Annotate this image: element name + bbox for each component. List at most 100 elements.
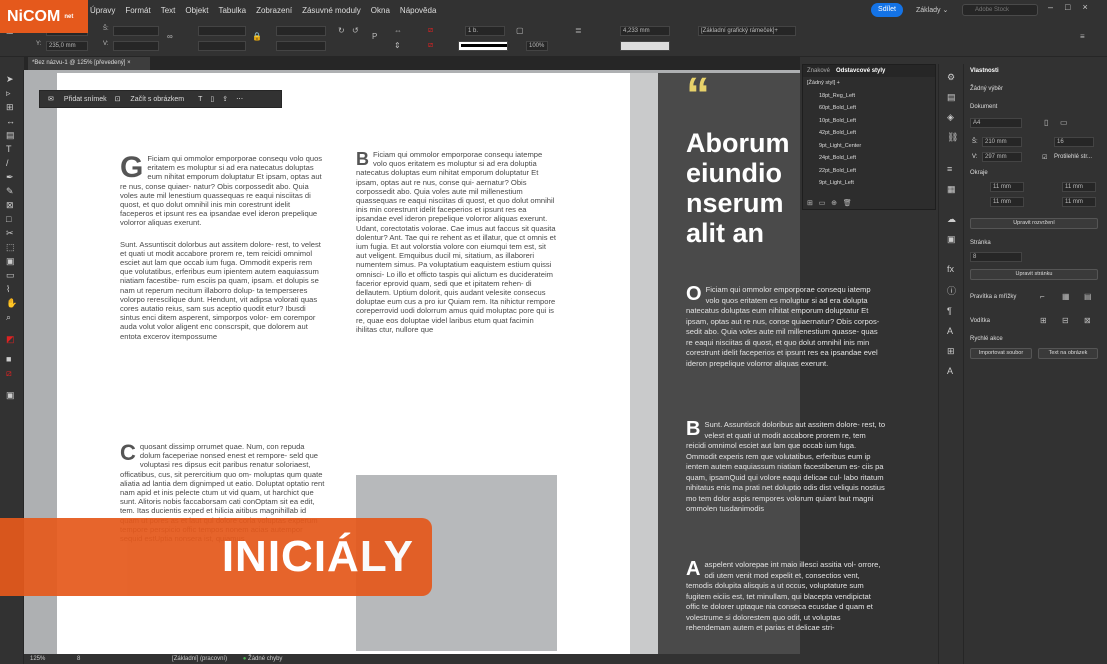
rotate-ccw-icon[interactable]: ↺ xyxy=(352,26,359,35)
ruler-icon[interactable]: ⌐ xyxy=(1040,292,1045,301)
facing-checkbox[interactable]: ☑ xyxy=(1042,154,1047,161)
text-to-image-button[interactable]: Text na obrázek xyxy=(1038,348,1098,359)
text-wrap-icon[interactable]: ≣ xyxy=(575,26,582,35)
panel-footer-icons[interactable]: ⊞ ▭ ⊕ 🗑 xyxy=(807,199,852,207)
menu-item[interactable]: Úpravy xyxy=(90,6,115,15)
cc-libraries-icon[interactable]: ☁ xyxy=(947,214,956,225)
links-icon[interactable]: ⛓ xyxy=(947,132,958,143)
menu-item[interactable]: Okna xyxy=(371,6,390,15)
layers-icon[interactable]: ◈ xyxy=(947,112,954,123)
baseline-grid-icon[interactable]: ▤ xyxy=(1084,292,1092,301)
character-styles-icon[interactable]: A xyxy=(947,326,953,336)
portrait-icon[interactable]: ▯ xyxy=(1044,118,1048,127)
path-icon[interactable]: P xyxy=(372,32,377,41)
info-icon[interactable]: ⓘ xyxy=(947,284,956,297)
line-tool-icon[interactable]: / xyxy=(6,158,9,168)
stroke-weight-field[interactable]: 1 b. xyxy=(465,26,505,36)
text-wrap-panel-icon[interactable]: ▣ xyxy=(947,234,956,245)
smart-guides-icon[interactable]: ⊟ xyxy=(1062,316,1069,325)
stroke-icon[interactable]: ≡ xyxy=(947,164,952,174)
landscape-icon[interactable]: ▭ xyxy=(1060,118,1068,127)
transform-tool-icon[interactable]: ⬚ xyxy=(6,242,15,253)
page-icon[interactable]: ▯ xyxy=(210,95,214,103)
w-field[interactable] xyxy=(113,26,159,36)
shear-field[interactable] xyxy=(276,41,326,51)
preflight-profile[interactable]: [Základní] (pracovní) xyxy=(172,656,227,662)
paragraph-styles-icon[interactable]: ¶ xyxy=(947,306,952,316)
grid-icon[interactable]: ▦ xyxy=(1062,292,1070,301)
lock-guides-icon[interactable]: ⊠ xyxy=(1084,316,1091,325)
edit-layout-button[interactable]: Upravit rozvržení xyxy=(970,218,1098,229)
share-icon[interactable]: ⇪ xyxy=(222,95,228,103)
scale-y-field[interactable] xyxy=(198,41,246,51)
margin-right-field[interactable]: 11 mm xyxy=(1062,182,1096,192)
doc-width-field[interactable]: 210 mm xyxy=(982,137,1022,147)
edit-page-button[interactable]: Upravit stránku xyxy=(970,269,1098,280)
apply-none-icon[interactable]: ⧄ xyxy=(6,368,12,379)
style-item[interactable]: 24pt_Bold_Left xyxy=(803,152,935,165)
zoom-tool-icon[interactable]: ⌕ xyxy=(6,312,11,323)
control-menu-icon[interactable]: ≡ xyxy=(1080,32,1085,41)
gradient-tool-icon[interactable]: ▣ xyxy=(6,256,15,267)
start-image-button[interactable]: ⊡ Začít s obrázkem xyxy=(115,95,185,103)
stroke-type-select[interactable] xyxy=(458,41,508,51)
fill-none-icon[interactable]: ⧄ xyxy=(428,25,433,35)
page-select[interactable]: 8 xyxy=(970,252,1022,262)
menu-item[interactable]: Zobrazení xyxy=(256,6,292,15)
object-style-select[interactable]: [Základní grafický rámeček]+ xyxy=(698,26,796,36)
current-style[interactable]: [Žádný styl] + xyxy=(803,77,935,90)
constrain-icon[interactable]: ∞ xyxy=(167,32,173,41)
properties-icon[interactable]: ⚙ xyxy=(947,72,955,83)
tab-paragraph-styles[interactable]: Odstavcové styly xyxy=(836,68,885,74)
menu-item[interactable]: Formát xyxy=(125,6,150,15)
menu-item[interactable]: Nápověda xyxy=(400,6,436,15)
page-field[interactable]: 8 xyxy=(77,656,80,662)
glyphs-icon[interactable]: A xyxy=(947,366,953,376)
pages-field[interactable]: 16 xyxy=(1054,137,1094,147)
document-tab[interactable]: *Bez názvu-1 @ 125% [převedený] × xyxy=(28,57,150,70)
style-item[interactable]: 22pt_Bold_Left xyxy=(803,165,935,178)
note-tool-icon[interactable]: ▭ xyxy=(6,270,15,281)
table-icon[interactable]: ⊞ xyxy=(947,346,955,357)
doc-height-field[interactable]: 297 mm xyxy=(982,152,1022,162)
more-icon[interactable]: ⋯ xyxy=(236,95,243,103)
workspace-dropdown[interactable]: Základy ⌄ xyxy=(916,6,948,14)
margin-bottom-field[interactable]: 11 mm xyxy=(990,197,1024,207)
pages-icon[interactable]: ▤ xyxy=(947,92,956,103)
scale-x-field[interactable] xyxy=(198,26,246,36)
import-file-button[interactable]: Importovat soubor xyxy=(970,348,1032,359)
direct-selection-tool-icon[interactable]: ▹ xyxy=(6,88,11,99)
stroke-none-icon[interactable]: ⧄ xyxy=(428,40,433,50)
style-item[interactable]: 9pt_Light_Left xyxy=(803,177,935,190)
zoom-field[interactable]: 125% xyxy=(30,656,45,662)
page-size-select[interactable]: A4 xyxy=(970,118,1022,128)
margin-top-field[interactable]: 11 mm xyxy=(990,182,1024,192)
style-item[interactable]: 9pt_Light_Center xyxy=(803,140,935,153)
selection-tool-icon[interactable]: ➤ xyxy=(6,74,14,85)
style-item[interactable]: 42pt_Bold_Left xyxy=(803,127,935,140)
flip-v-icon[interactable]: ⇕ xyxy=(394,41,401,50)
fill-stroke-icon[interactable]: ◩ xyxy=(6,334,15,345)
text-icon[interactable]: T xyxy=(198,96,202,103)
pencil-tool-icon[interactable]: ✎ xyxy=(6,186,14,197)
stock-search-input[interactable]: Adobe Stock xyxy=(962,4,1038,16)
tab-character-styles[interactable]: Znakové xyxy=(807,68,830,74)
frame-icon[interactable]: ▢ xyxy=(516,26,524,35)
swatches-icon[interactable]: ▦ xyxy=(947,184,956,195)
window-controls[interactable]: –□× xyxy=(1048,2,1100,12)
effects-icon[interactable]: fx xyxy=(947,264,954,274)
style-item[interactable]: 18pt_Reg_Left xyxy=(803,90,935,103)
add-slide-button[interactable]: ✉ Přidat snímek xyxy=(48,95,107,103)
pen-tool-icon[interactable]: ✒ xyxy=(6,172,14,183)
apply-color-icon[interactable]: ■ xyxy=(6,354,11,364)
h-field[interactable] xyxy=(113,41,159,51)
menu-item[interactable]: Zásuvné moduly xyxy=(302,6,361,15)
menu-item[interactable]: Objekt xyxy=(185,6,208,15)
corner-field[interactable]: 4,233 mm xyxy=(620,26,670,36)
share-button[interactable]: Sdílet xyxy=(871,3,903,17)
y-field[interactable]: 235,0 mm xyxy=(46,41,88,51)
style-item[interactable]: 60pt_Bold_Left xyxy=(803,102,935,115)
rotate-field[interactable] xyxy=(276,26,326,36)
rectangle-frame-tool-icon[interactable]: ⊠ xyxy=(6,200,14,211)
page-tool-icon[interactable]: ⊞ xyxy=(6,102,14,113)
